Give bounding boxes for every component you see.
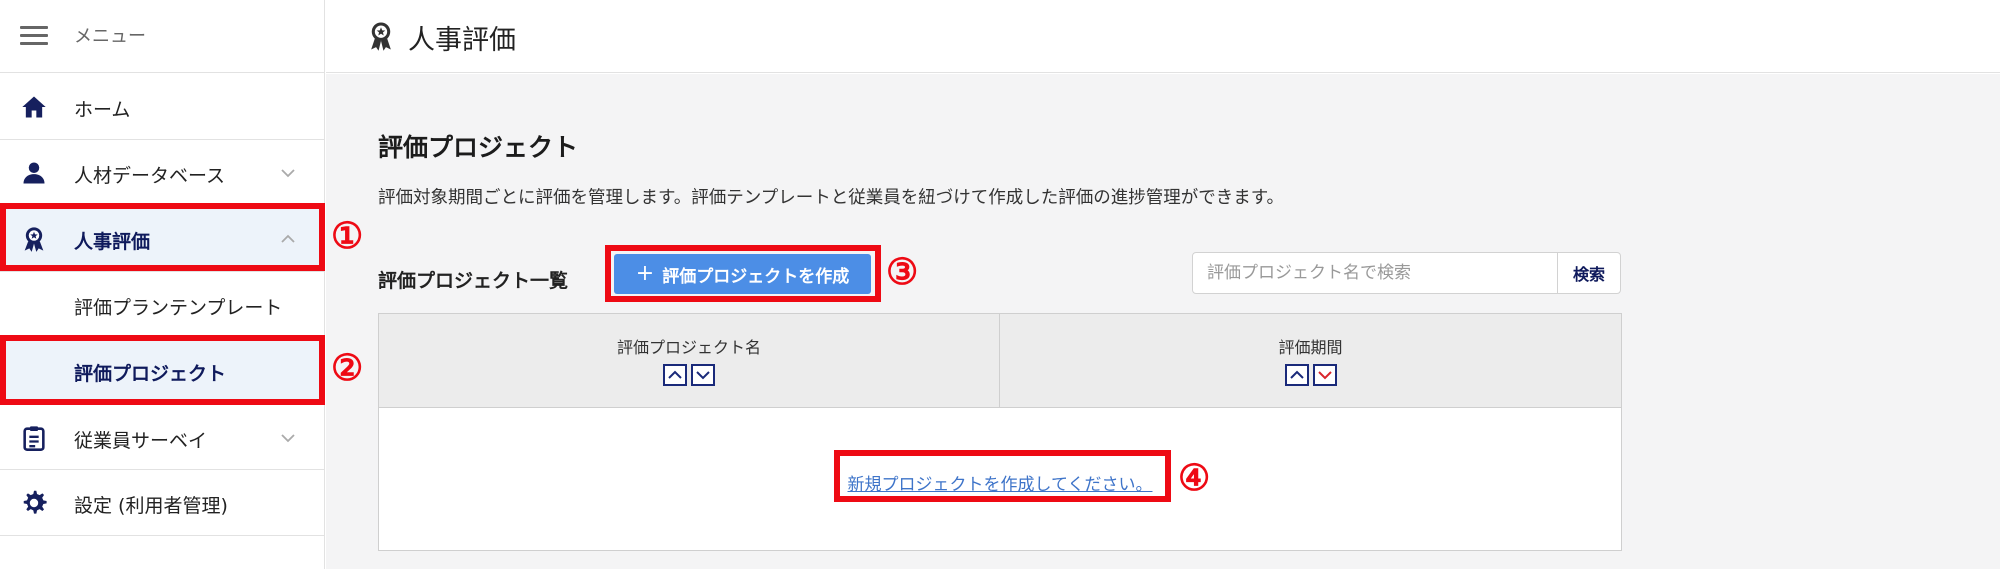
column-label: 評価期間: [1278, 338, 1343, 357]
sort-controls: [1284, 364, 1337, 386]
sidebar-item-talent-database[interactable]: 人材データベース: [0, 140, 325, 206]
project-table: 評価プロジェクト名 評価期間 新規プロジェクトを作成してください。: [378, 313, 1622, 551]
chevron-down-icon: [281, 169, 295, 178]
sidebar-item-label: 人材データベース: [74, 165, 226, 187]
page-header: 人事評価: [326, 0, 2000, 73]
search-input[interactable]: [1193, 253, 1557, 293]
sort-desc-button[interactable]: [1312, 364, 1337, 386]
chevron-down-icon: [1317, 371, 1332, 380]
page-title: 人事評価: [408, 25, 516, 56]
highlight-box-4: [834, 450, 1171, 502]
chevron-down-icon: [696, 371, 710, 380]
gear-icon: [23, 490, 47, 514]
annotation-number-2: ②: [331, 347, 364, 389]
sidebar-item-label: 評価プランテンプレート: [74, 297, 283, 319]
highlight-box-1: [0, 203, 325, 271]
person-icon: [23, 162, 45, 184]
sort-asc-button[interactable]: [663, 364, 687, 386]
column-header-project-name: 評価プロジェクト名: [379, 314, 1000, 408]
annotation-number-1: ①: [331, 215, 364, 257]
table-header: 評価プロジェクト名 評価期間: [379, 314, 1621, 408]
annotation-number-3: ③: [886, 251, 919, 293]
section-description: 評価対象期間ごとに評価を管理します。評価テンプレートと従業員を紐づけて作成した評…: [378, 188, 1284, 208]
clipboard-icon: [23, 426, 45, 451]
chevron-down-icon: [281, 434, 295, 443]
sidebar-item-employee-survey[interactable]: 従業員サーベイ: [0, 404, 325, 470]
menu-header[interactable]: メニュー: [0, 0, 325, 73]
sort-controls: [663, 364, 715, 386]
home-icon: [22, 96, 46, 118]
sidebar-item-settings[interactable]: 設定 (利用者管理): [0, 470, 325, 536]
chevron-up-icon: [1289, 370, 1304, 379]
chevron-up-icon: [668, 370, 682, 379]
annotation-number-4: ④: [1178, 457, 1211, 499]
menu-label: メニュー: [74, 26, 146, 47]
section-title: 評価プロジェクト: [378, 133, 579, 162]
sidebar-item-label: 従業員サーベイ: [74, 430, 208, 452]
column-header-evaluation-period: 評価期間: [1000, 314, 1621, 408]
search-box: 検索: [1192, 252, 1621, 294]
sort-asc-button[interactable]: [1284, 364, 1309, 386]
search-button[interactable]: 検索: [1557, 253, 1620, 293]
highlight-box-2: [0, 335, 325, 405]
sidebar-item-label: 設定 (利用者管理): [74, 495, 228, 517]
sidebar-item-evaluation-plan-template[interactable]: 評価プランテンプレート: [0, 272, 325, 338]
award-icon: [371, 22, 391, 51]
sort-desc-button[interactable]: [691, 364, 715, 386]
sidebar: メニュー ホーム 人材データベース 人事評価 評価プランテンプレート 評価プロジ…: [0, 0, 325, 569]
sidebar-item-home[interactable]: ホーム: [0, 74, 325, 140]
sidebar-item-label: ホーム: [74, 99, 131, 121]
project-list-label: 評価プロジェクト一覧: [378, 270, 569, 292]
highlight-box-3: [605, 245, 881, 302]
column-label: 評価プロジェクト名: [616, 338, 761, 357]
hamburger-icon[interactable]: [20, 26, 48, 46]
